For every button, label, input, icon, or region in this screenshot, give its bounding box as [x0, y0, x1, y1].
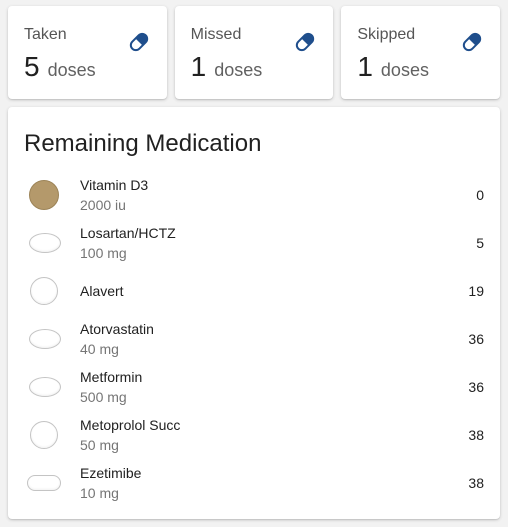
oval-pill-icon — [29, 377, 61, 397]
medication-info: Metoprolol Succ 50 mg — [80, 411, 180, 459]
medication-dose: 100 mg — [80, 245, 127, 261]
skipped-stat-card[interactable]: Skipped 1 doses — [341, 6, 501, 99]
stat-value: 1 doses — [357, 51, 484, 83]
remaining-count: 5 — [476, 235, 484, 251]
medication-list: Vitamin D3 2000 iu 0 Losartan/HCTZ 100 m… — [8, 171, 500, 507]
medication-name: Metoprolol Succ — [80, 417, 181, 433]
medication-dose: 40 mg — [80, 341, 119, 357]
pill-icon — [296, 32, 315, 52]
stat-value: 1 doses — [191, 51, 318, 83]
oval-pill-icon — [29, 329, 61, 349]
medication-dose: 10 mg — [80, 485, 119, 501]
capsule-pill-icon — [27, 475, 61, 491]
stat-unit: doses — [214, 60, 263, 80]
pill-icon — [129, 32, 148, 52]
stat-count: 1 — [190, 51, 207, 82]
round-pill-icon — [29, 180, 59, 210]
medication-info: Metformin 500 mg — [80, 363, 142, 411]
medication-info: Vitamin D3 2000 iu — [80, 171, 148, 219]
medication-name: Alavert — [80, 283, 124, 299]
medication-name: Atorvastatin — [80, 321, 154, 337]
remaining-medication-card: Remaining Medication Vitamin D3 2000 iu … — [8, 107, 500, 519]
stat-unit: doses — [47, 60, 96, 80]
round-pill-icon — [30, 421, 58, 449]
oval-pill-icon — [29, 233, 61, 253]
stat-value: 5 doses — [24, 51, 151, 83]
remaining-count: 36 — [468, 379, 484, 395]
pill-icon — [462, 32, 482, 52]
medication-dose: 500 mg — [80, 389, 127, 405]
medication-item-vitamin-d3[interactable]: Vitamin D3 2000 iu 0 — [8, 171, 500, 219]
stat-count: 1 — [357, 51, 373, 82]
dose-stats: Taken 5 doses Missed 1 doses Skipped 1 d… — [8, 6, 501, 99]
remaining-medication-title: Remaining Medication — [24, 130, 262, 157]
round-pill-icon — [30, 277, 58, 305]
medication-item-losartan-hctz[interactable]: Losartan/HCTZ 100 mg 5 — [8, 219, 500, 267]
medication-name: Ezetimibe — [80, 465, 142, 481]
medication-info: Losartan/HCTZ 100 mg — [80, 219, 176, 267]
remaining-count: 36 — [468, 331, 484, 347]
medication-info: Atorvastatin 40 mg — [80, 315, 154, 363]
medication-name: Vitamin D3 — [80, 177, 149, 193]
medication-name: Metformin — [80, 369, 143, 385]
medication-dose: 50 mg — [80, 437, 119, 453]
medication-dose: 2000 iu — [80, 197, 126, 213]
medication-name: Losartan/HCTZ — [80, 225, 176, 241]
remaining-count: 38 — [468, 475, 484, 491]
missed-stat-card[interactable]: Missed 1 doses — [174, 6, 334, 99]
remaining-count: 19 — [468, 283, 484, 299]
medication-item-metformin[interactable]: Metformin 500 mg 36 — [8, 363, 500, 411]
medication-item-atorvastatin[interactable]: Atorvastatin 40 mg 36 — [8, 315, 500, 363]
medication-item-ezetimibe[interactable]: Ezetimibe 10 mg 38 — [8, 459, 500, 507]
medication-info: Ezetimibe 10 mg — [80, 459, 141, 507]
medication-item-metoprolol-succ[interactable]: Metoprolol Succ 50 mg 38 — [8, 411, 500, 459]
remaining-count: 0 — [476, 187, 484, 203]
stat-unit: doses — [380, 60, 429, 80]
taken-stat-card[interactable]: Taken 5 doses — [8, 6, 167, 99]
medication-info: Alavert — [80, 267, 124, 315]
medication-item-alavert[interactable]: Alavert 19 — [8, 267, 500, 315]
remaining-count: 38 — [468, 427, 484, 443]
stat-count: 5 — [24, 51, 40, 82]
